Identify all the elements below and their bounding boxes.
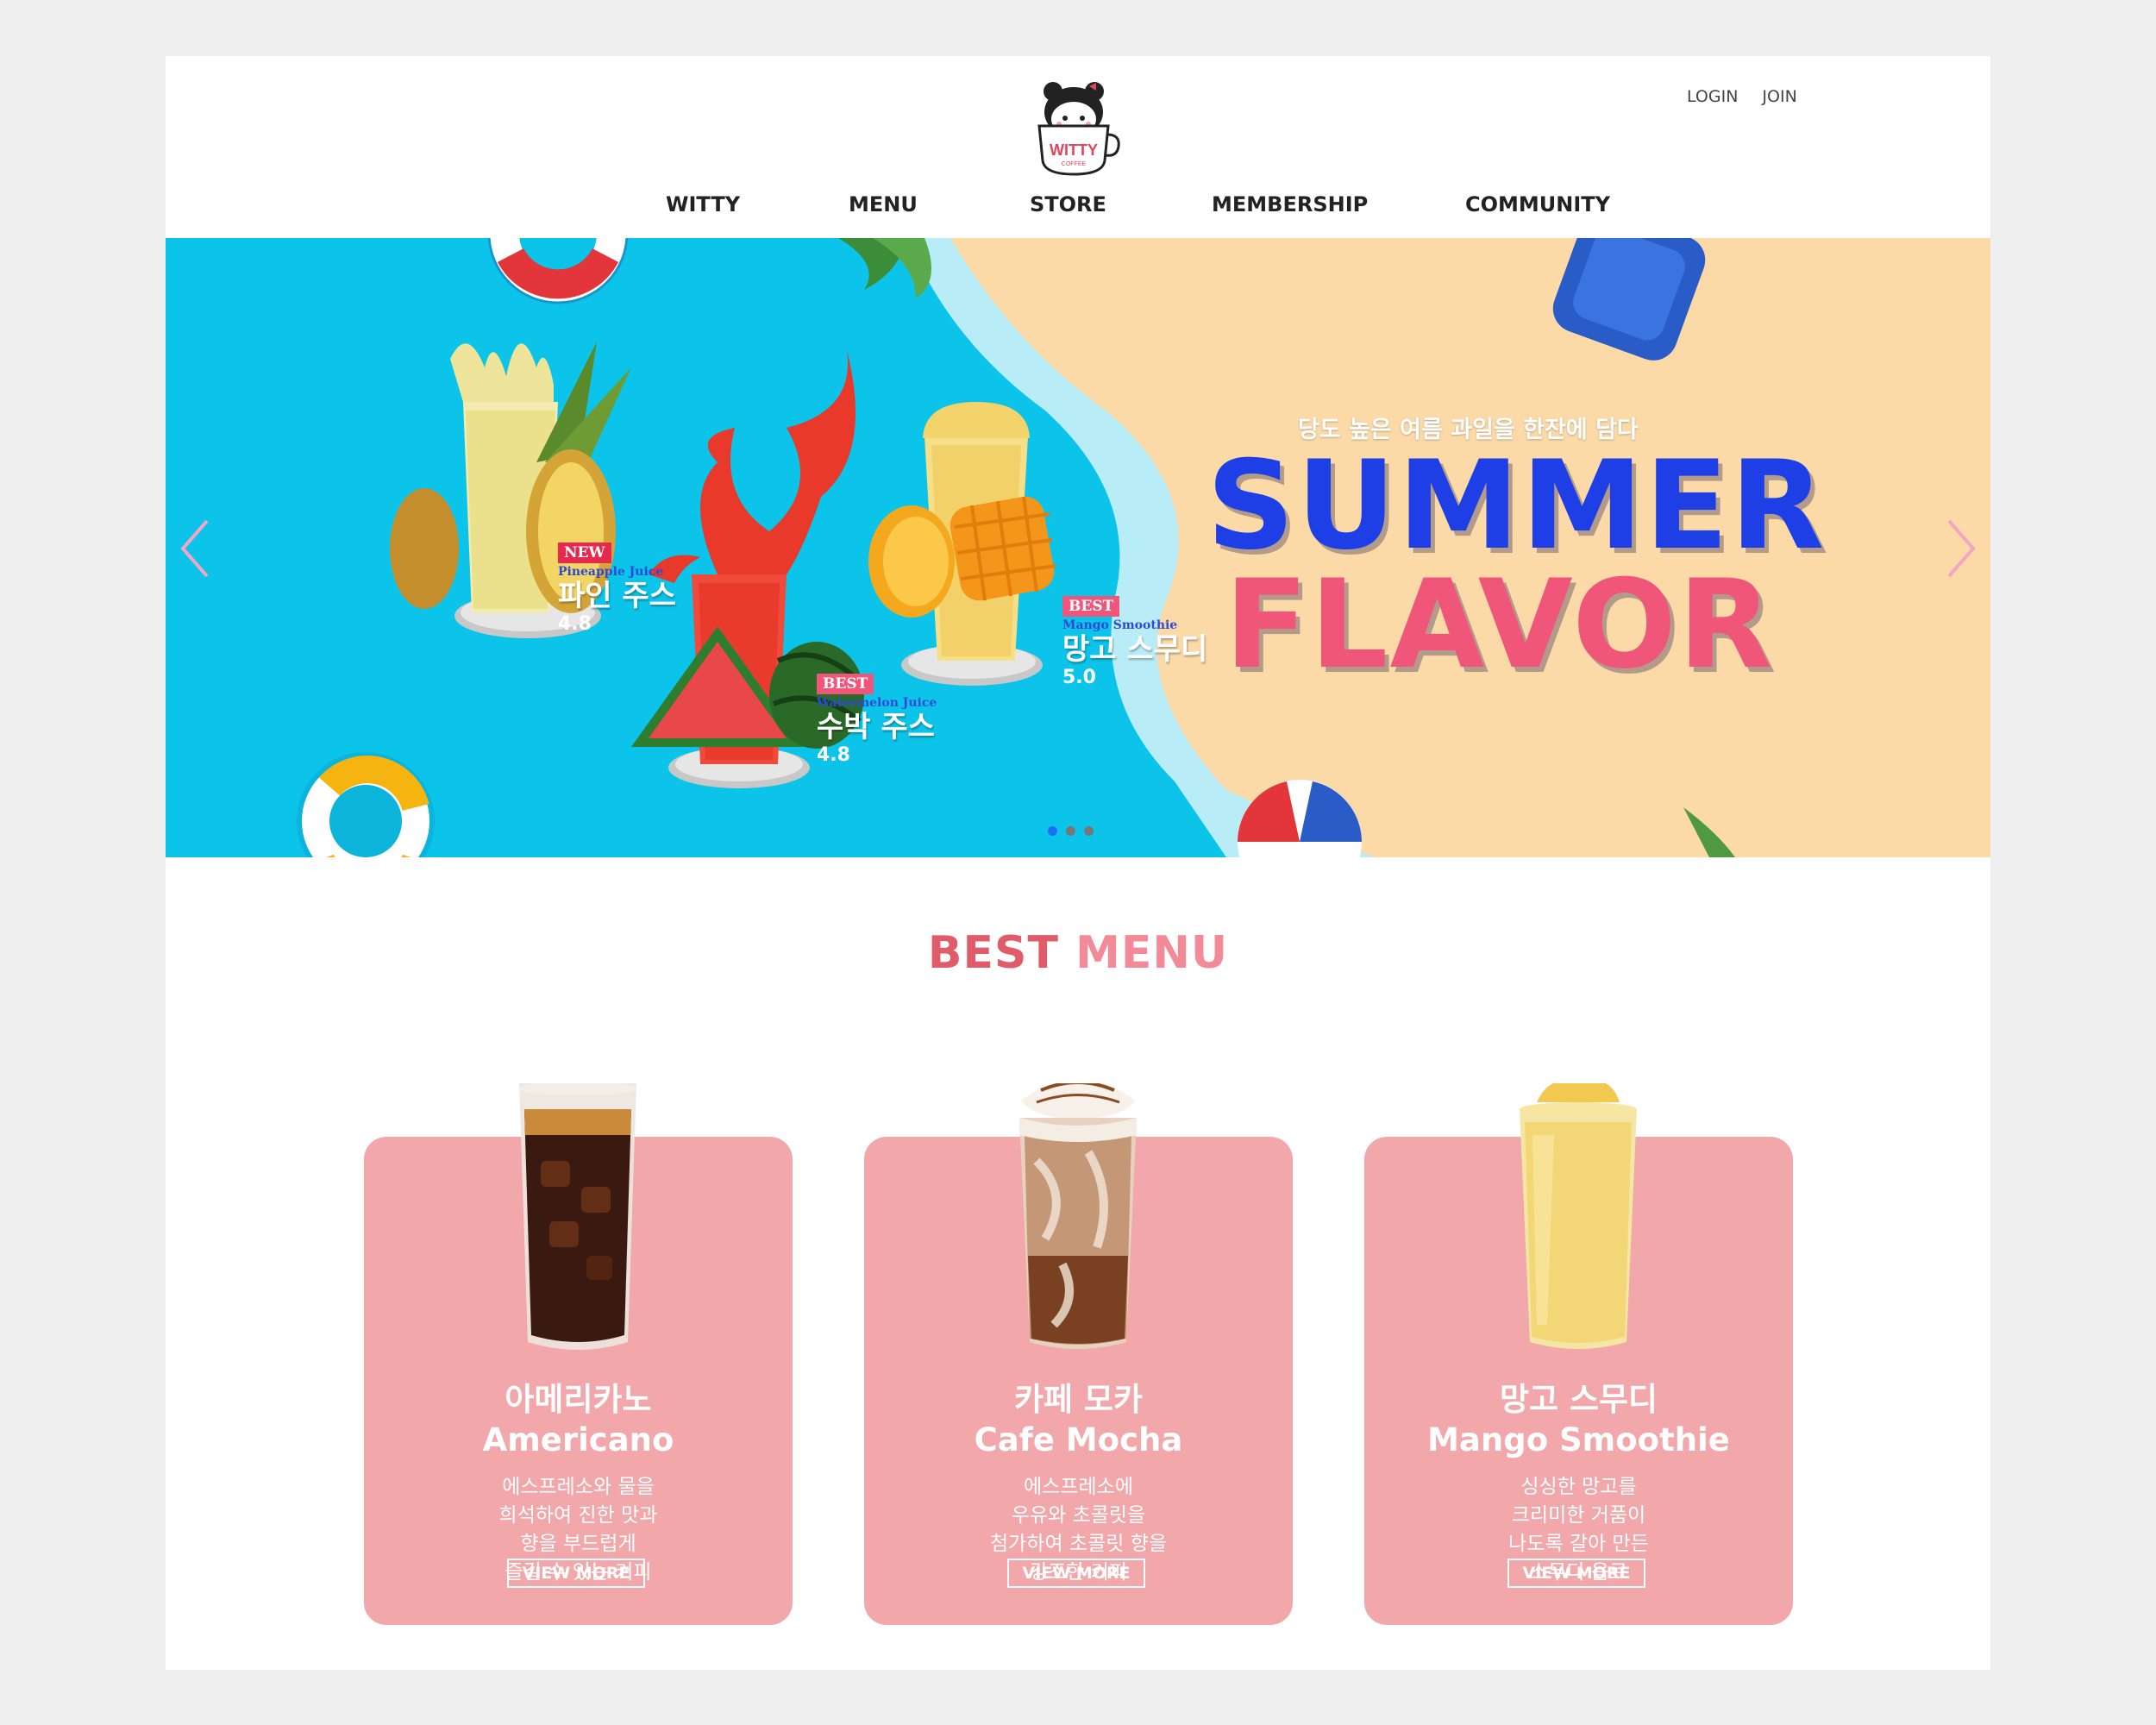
- menu-name-ko: 아메리카노: [505, 1381, 652, 1418]
- login-link[interactable]: LOGIN: [1687, 87, 1738, 106]
- product-name-en: Watermelon Juice: [817, 696, 937, 710]
- nav-item-menu[interactable]: MENU: [849, 192, 918, 216]
- best-badge: BEST: [817, 674, 874, 694]
- hero-product-watermelon[interactable]: BEST Watermelon Juice 수박 주스 4.8: [817, 674, 937, 767]
- desc-line: 에스프레소에: [1024, 1476, 1133, 1498]
- view-more-button[interactable]: VIEW MORE: [507, 1559, 645, 1588]
- slider-prev-arrow[interactable]: [176, 514, 214, 583]
- new-badge: NEW: [558, 543, 611, 563]
- americano-image: [364, 1083, 793, 1368]
- logo-subtext: COFFEE: [1062, 161, 1087, 167]
- utility-links: LOGIN JOIN: [1687, 87, 1797, 106]
- nav-item-witty[interactable]: WITTY: [666, 192, 740, 216]
- menu-card-mango-smoothie: 망고 스무디 Mango Smoothie 싱싱한 망고를 크리미한 거품이 나…: [1364, 1083, 1793, 1625]
- product-name-ko: 망고 스무디: [1062, 632, 1208, 667]
- witty-coffee-logo[interactable]: WITTY COFFEE: [1034, 78, 1122, 179]
- menu-card-americano: 아메리카노 Americano 에스프레소와 물을 희석하여 진한 맛과 향을 …: [364, 1083, 793, 1625]
- slider-dots: [1048, 826, 1094, 836]
- view-more-button[interactable]: VIEW MORE: [1007, 1559, 1145, 1588]
- hero-title-flavor: FLAVOR: [1225, 554, 1775, 696]
- slider-next-arrow[interactable]: [1942, 514, 1980, 583]
- slider-dot-1[interactable]: [1048, 826, 1057, 836]
- logo-text: WITTY: [1050, 141, 1098, 159]
- product-score: 4.8: [558, 613, 592, 635]
- menu-name-ko: 카페 모카: [1013, 1381, 1144, 1418]
- join-link[interactable]: JOIN: [1762, 87, 1796, 106]
- desc-line: 첨가하여 초콜릿 향을: [989, 1533, 1168, 1555]
- product-name-ko: 파인 주스: [558, 579, 676, 613]
- hero-product-pineapple[interactable]: NEW Pineapple Juice 파인 주스 4.8: [558, 543, 676, 636]
- desc-line: 우유와 초콜릿을: [1011, 1504, 1146, 1527]
- main-nav: WITTY MENU STORE MEMBERSHIP COMMUNITY: [166, 192, 1990, 230]
- desc-line: 에스프레소와 물을: [502, 1476, 655, 1498]
- best-menu-title-word2: MENU: [1075, 927, 1229, 979]
- slider-dot-3[interactable]: [1084, 826, 1094, 836]
- desc-line: 크리미한 거품이: [1511, 1504, 1646, 1527]
- cafe-mocha-image: [864, 1083, 1293, 1368]
- desc-line: 싱싱한 망고를: [1520, 1476, 1637, 1498]
- chevron-right-icon: [1947, 519, 1976, 578]
- best-menu-title: BEST MENU: [166, 927, 1990, 979]
- menu-name-en: Americano: [482, 1421, 674, 1458]
- chevron-left-icon: [180, 519, 209, 578]
- hero-banner: NEW Pineapple Juice 파인 주스 4.8 BEST Water…: [166, 238, 1990, 857]
- page: WITTY COFFEE LOGIN JOIN WITTY MENU STORE…: [166, 56, 1990, 1670]
- menu-name-en: Cafe Mocha: [974, 1421, 1183, 1458]
- menu-name-ko: 망고 스무디: [1499, 1381, 1658, 1418]
- mango-smoothie-image: [1364, 1083, 1793, 1368]
- hero-title-summer: SUMMER: [1206, 435, 1827, 577]
- best-menu-title-word1: BEST: [927, 927, 1059, 979]
- hero-product-mango[interactable]: BEST Mango Smoothie 망고 스무디 5.0: [1062, 596, 1207, 689]
- menu-card-cafe-mocha: 카페 모카 Cafe Mocha 에스프레소에 우유와 초콜릿을 첨가하여 초콜…: [864, 1083, 1293, 1625]
- product-score: 4.8: [817, 744, 850, 766]
- view-more-button[interactable]: VIEW MORE: [1507, 1559, 1645, 1588]
- nav-item-store[interactable]: STORE: [1030, 192, 1106, 216]
- site-header: WITTY COFFEE LOGIN JOIN WITTY MENU STORE…: [166, 56, 1990, 238]
- product-name-ko: 수박 주스: [817, 710, 935, 744]
- desc-line: 희석하여 진한 맛과: [498, 1504, 658, 1527]
- product-score: 5.0: [1062, 667, 1096, 688]
- menu-name-en: Mango Smoothie: [1427, 1421, 1730, 1458]
- best-badge: BEST: [1062, 596, 1120, 617]
- nav-item-community[interactable]: COMMUNITY: [1465, 192, 1610, 216]
- product-name-en: Pineapple Juice: [558, 565, 664, 579]
- desc-line: 나도록 갈아 만든: [1508, 1533, 1649, 1555]
- product-name-en: Mango Smoothie: [1062, 618, 1178, 632]
- nav-item-membership[interactable]: MEMBERSHIP: [1212, 192, 1368, 216]
- desc-line: 향을 부드럽게: [520, 1533, 636, 1555]
- slider-dot-2[interactable]: [1066, 826, 1075, 836]
